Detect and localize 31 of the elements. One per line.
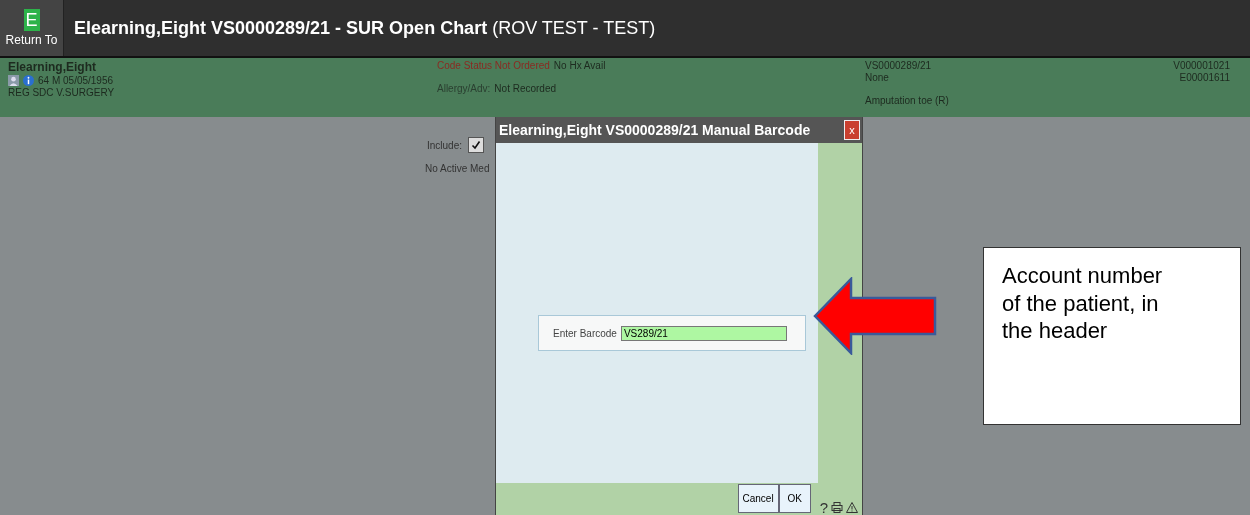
allergy-label: Allergy/Adv: (437, 83, 491, 94)
procedure-text: Amputation toe (R) (865, 95, 950, 106)
note-text: No Active Med (425, 163, 490, 174)
window-title: Elearning,Eight VS0000289/21 - SUR Open Chart (ROV TEST - TEST) (74, 17, 656, 39)
barcode-label: Enter Barcode (553, 328, 617, 339)
header-value: None (865, 72, 890, 83)
account-number: VS0000289/21 (865, 60, 933, 71)
warning-icon[interactable] (846, 501, 858, 514)
dialog-button[interactable]: OK (778, 484, 811, 513)
dialog-title: Elearning,Eight VS0000289/21 Manual Barcode (499, 122, 811, 138)
allergy-value: Not Recorded (494, 83, 557, 94)
print-icon[interactable] (831, 501, 843, 514)
include-label: Include: (427, 139, 463, 151)
callout-text: Account number of the patient, in the header (1002, 262, 1164, 345)
close-button[interactable]: x (844, 120, 860, 140)
patient-location: REG SDC V.SURGERY (8, 87, 116, 98)
patient-name: Elearning,Eight (8, 60, 97, 74)
visit-id: V000001021 (1173, 60, 1230, 71)
help-icon[interactable]: ? (819, 499, 828, 515)
include-checkbox[interactable] (468, 137, 485, 153)
checkmark-icon (471, 140, 482, 150)
return-to-button[interactable]: E Return To (0, 0, 64, 56)
info-icon[interactable] (23, 75, 34, 86)
dialog-button[interactable]: Cancel (737, 484, 779, 513)
arrow-icon (813, 277, 937, 355)
person-icon (8, 75, 19, 86)
code-status: Code Status Not Ordered (437, 60, 550, 71)
barcode-field[interactable]: VS289/21 (620, 326, 787, 341)
patient-demographics: 64 M 05/05/1956 (38, 75, 114, 86)
encounter-id: E00001611 (1179, 72, 1230, 83)
history-status: No Hx Avail (553, 60, 606, 71)
